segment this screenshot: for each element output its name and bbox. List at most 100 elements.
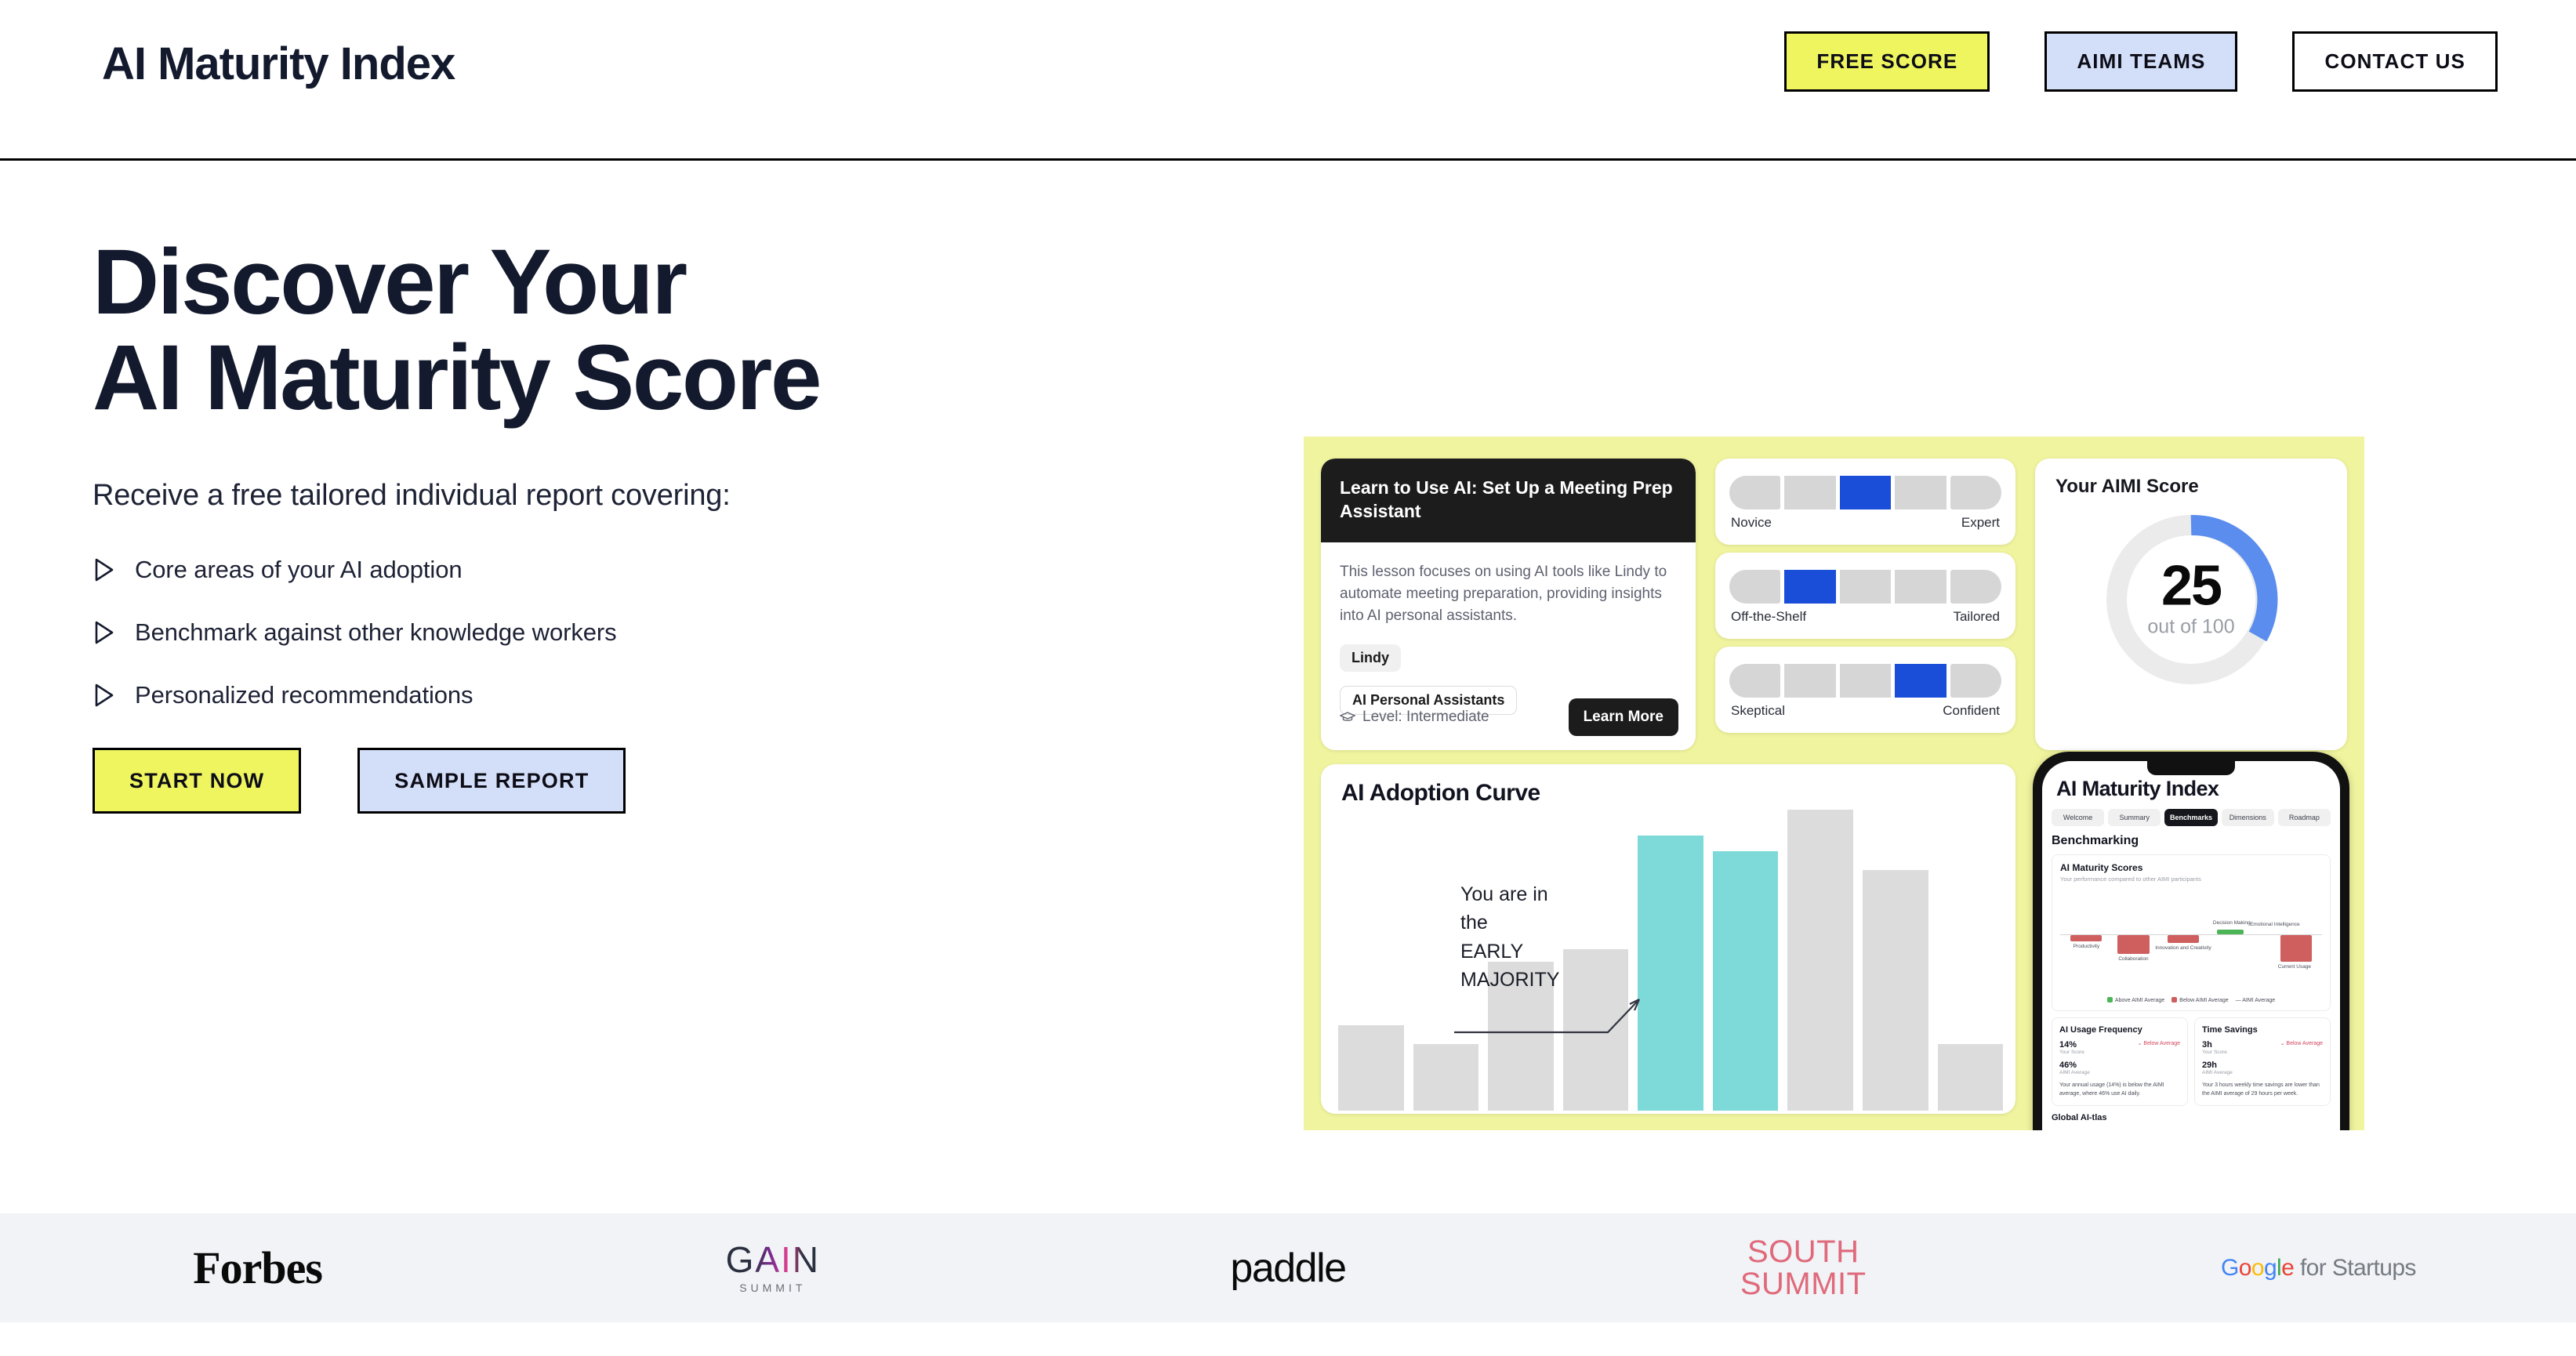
list-item-label: Core areas of your AI adoption	[135, 556, 463, 584]
hero-cta-group: START NOW SAMPLE REPORT	[93, 748, 1206, 814]
maturity-scores-panel: AI Maturity Scores Your performance comp…	[2052, 854, 2331, 1011]
stat-average-caption: AIMI Average	[2202, 1070, 2233, 1075]
bar	[1937, 1044, 2004, 1111]
south-summit-logo-line-1: SOUTH	[1747, 1234, 1859, 1269]
google-logo-suffix: for Startups	[2294, 1254, 2416, 1281]
paddle-logo-text: paddle	[1230, 1245, 1347, 1291]
phone-mockup: AI Maturity Index Welcome Summary Benchm…	[2033, 752, 2349, 1130]
gain-logo-text: GAIN	[725, 1238, 821, 1280]
slider-segment[interactable]	[1950, 476, 2002, 509]
sample-report-button[interactable]: SAMPLE REPORT	[357, 748, 626, 814]
slider-card-customization: Off-the-Shelf Tailored	[1715, 553, 2015, 639]
slider-card-experience: Novice Expert	[1715, 459, 2015, 545]
stat-note: Your annual usage (14%) is below the AIM…	[2059, 1082, 2164, 1097]
stat-title: AI Usage Frequency	[2059, 1025, 2142, 1035]
start-now-button[interactable]: START NOW	[93, 748, 302, 814]
legend-average: — AIMI Average	[2235, 997, 2276, 1003]
lesson-card-body: This lesson focuses on using AI tools li…	[1321, 542, 1696, 716]
lesson-level: Level: Intermediate	[1340, 709, 1489, 726]
bar	[1338, 1024, 1404, 1111]
slider-segment[interactable]	[1839, 664, 1892, 698]
status-badge: ⌄ Below Average	[2280, 1041, 2323, 1046]
tab-welcome[interactable]: Welcome	[2052, 809, 2105, 826]
stat-value: 14%	[2059, 1040, 2077, 1050]
slider-segment-selected[interactable]	[1784, 570, 1836, 604]
bar	[1787, 810, 1853, 1111]
list-item: Core areas of your AI adoption	[93, 553, 1206, 586]
slider-segment-selected[interactable]	[1895, 664, 1947, 698]
slider-segment[interactable]	[1784, 476, 1836, 509]
play-triangle-icon	[95, 558, 114, 582]
slider-labels: Skeptical Confident	[1715, 698, 2015, 719]
google-for-startups-logo: Google for Startups	[2221, 1254, 2416, 1281]
phone-stat-cards: AI Usage Frequency 14% Your Score ⌄ Belo…	[2052, 1017, 2331, 1107]
hero-title-line-2: AI Maturity Score	[93, 325, 822, 430]
bar	[1413, 1044, 1479, 1111]
slider-segment-selected[interactable]	[1839, 476, 1892, 509]
benchmark-diverging-chart: Productivity Collaboration Innovation an…	[2060, 886, 2322, 994]
learn-more-button[interactable]: Learn More	[1568, 698, 1678, 736]
slider-right-label: Tailored	[1953, 609, 2000, 624]
slider-track[interactable]	[1715, 553, 2015, 604]
nav-aimi-teams-button[interactable]: AIMI TEAMS	[2044, 31, 2238, 92]
tab-summary[interactable]: Summary	[2108, 809, 2161, 826]
stat-caption: Your Score	[2202, 1050, 2227, 1055]
hero-benefits-list: Core areas of your AI adoption Benchmark…	[93, 553, 1206, 712]
site-logo[interactable]: AI Maturity Index	[84, 38, 473, 90]
slider-segment[interactable]	[1950, 664, 2002, 698]
bar-negative	[2280, 935, 2312, 962]
bar-negative	[2117, 935, 2150, 954]
slider-segment[interactable]	[1839, 570, 1892, 604]
slider-segment[interactable]	[1895, 476, 1947, 509]
list-item-label: Benchmark against other knowledge worker…	[135, 618, 617, 647]
stat-caption: Your Score	[2059, 1050, 2084, 1055]
bar-positive	[2217, 930, 2244, 934]
lesson-tool-tag: Lindy	[1340, 644, 1401, 673]
panel-title: AI Maturity Scores	[2060, 862, 2143, 873]
legend-below: Below AIMI Average	[2171, 997, 2229, 1003]
tab-benchmarks[interactable]: Benchmarks	[2164, 809, 2218, 826]
stat-title: Time Savings	[2202, 1025, 2258, 1035]
forbes-logo-text: Forbes	[193, 1242, 323, 1293]
phone-screen: AI Maturity Index Welcome Summary Benchm…	[2042, 761, 2340, 1130]
score-value: 25	[2161, 554, 2222, 618]
nav-contact-us-button[interactable]: CONTACT US	[2292, 31, 2498, 92]
tab-dimensions[interactable]: Dimensions	[2221, 809, 2274, 826]
site-logo-text-b: ity Index	[278, 38, 455, 89]
list-item: Benchmark against other knowledge worker…	[93, 616, 1206, 649]
bar-label: Innovation and Creativity	[2155, 945, 2211, 951]
slider-labels: Novice Expert	[1715, 509, 2015, 531]
lesson-card: Learn to Use AI: Set Up a Meeting Prep A…	[1321, 459, 1696, 750]
south-summit-logo-line-2: SUMMIT	[1740, 1266, 1867, 1301]
tab-roadmap[interactable]: Roadmap	[2277, 809, 2331, 826]
slider-track[interactable]	[1715, 647, 2015, 698]
hero-copy: Discover Your AI Maturity Score Receive …	[93, 230, 1206, 814]
slider-segment[interactable]	[1784, 664, 1836, 698]
stat-note: Your 3 hours weekly time savings are low…	[2202, 1082, 2320, 1097]
hero-title-line-1: Discover Your	[93, 230, 688, 334]
phone-app-logo: AI Maturity Index	[2052, 777, 2224, 800]
phone-tab-bar: Welcome Summary Benchmarks Dimensions Ro…	[2052, 809, 2331, 826]
slider-segment[interactable]	[1950, 570, 2002, 604]
phone-page-title: Benchmarking	[2052, 834, 2139, 847]
phone-notch	[2147, 761, 2235, 775]
slider-segment[interactable]	[1895, 570, 1947, 604]
legend-above: Above AIMI Average	[2106, 997, 2164, 1003]
score-denominator: out of 100	[2147, 615, 2235, 638]
slider-segment[interactable]	[1729, 476, 1781, 509]
stat-average-value: 29h	[2202, 1061, 2217, 1070]
stat-value: 3h	[2202, 1040, 2212, 1050]
hero-subtitle: Receive a free tailored individual repor…	[93, 479, 731, 513]
site-header: AI Maturity Index FREE SCORE AIMI TEAMS …	[0, 0, 2576, 161]
phone-section-global-atlas: Global AI-tlas	[2052, 1113, 2107, 1123]
slider-right-label: Expert	[1961, 515, 2000, 530]
chart-bars	[1338, 794, 2004, 1111]
list-item-label: Personalized recommendations	[135, 681, 473, 709]
nav-free-score-button[interactable]: FREE SCORE	[1784, 31, 1990, 92]
slider-track[interactable]	[1715, 459, 2015, 509]
slider-segment[interactable]	[1729, 570, 1781, 604]
graduation-cap-icon	[1340, 712, 1355, 721]
slider-segment[interactable]	[1729, 664, 1781, 698]
stat-row: 14% Your Score ⌄ Below Average	[2059, 1040, 2180, 1055]
bar-highlighted	[1712, 850, 1779, 1111]
